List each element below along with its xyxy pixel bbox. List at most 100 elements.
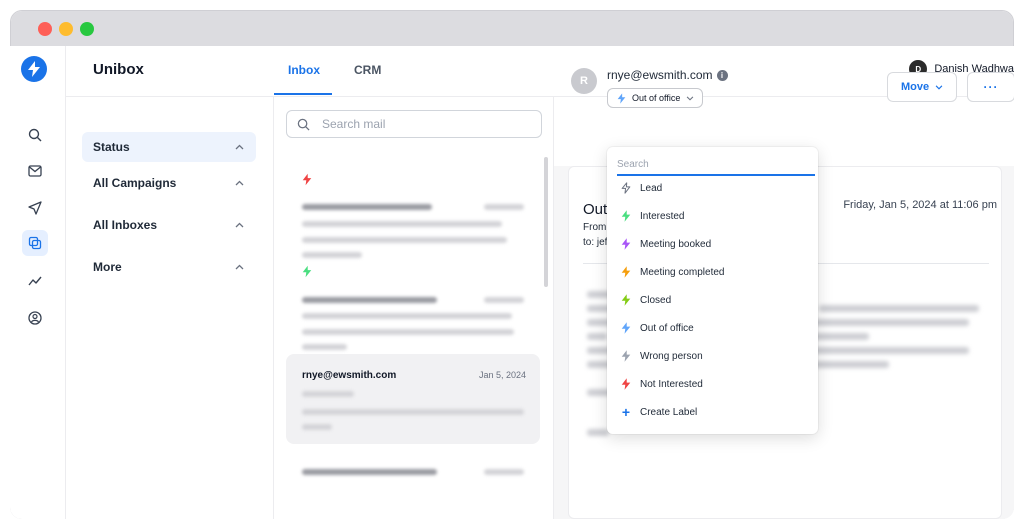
blurred-body (587, 333, 607, 340)
filter-label: All Inboxes (93, 218, 158, 232)
send-icon[interactable] (22, 195, 48, 221)
label-option-text: Out of office (640, 322, 694, 334)
email-date: Friday, Jan 5, 2024 at 11:06 pm (843, 199, 997, 211)
label-option-text: Lead (640, 182, 663, 194)
tab-inbox[interactable]: Inbox (288, 63, 320, 77)
search-input[interactable] (322, 117, 522, 131)
bolt-red-icon (621, 378, 631, 390)
move-label: Move (900, 81, 930, 93)
account-icon[interactable] (22, 305, 48, 331)
bolt-gray-icon (621, 350, 631, 362)
filter-label: All Campaigns (93, 176, 177, 190)
blurred-date (484, 297, 524, 303)
filter-all-campaigns[interactable]: All Campaigns (82, 168, 256, 198)
filter-more[interactable]: More (82, 252, 256, 282)
blurred-date (484, 469, 524, 475)
mail-item[interactable] (286, 249, 540, 350)
mail-item[interactable] (286, 455, 540, 519)
chevron-down-icon (687, 95, 694, 101)
bolt-outline-icon (621, 182, 631, 194)
email-from-label: From (583, 222, 607, 233)
mail-date: Jan 5, 2024 (478, 370, 526, 380)
bolt-red-icon (302, 173, 312, 186)
dropdown-search-input[interactable] (617, 158, 815, 170)
label-option-text: Wrong person (640, 350, 703, 362)
minimize-window-button[interactable] (59, 22, 73, 36)
mail-icon[interactable] (22, 158, 48, 184)
create-label-text: Create Label (640, 406, 698, 418)
search-icon[interactable] (22, 122, 48, 148)
bolt-purple-icon (621, 238, 631, 250)
dropdown-search-box[interactable] (617, 154, 815, 176)
app-header: Unibox Inbox CRM D Danish Wadhwa (66, 46, 1014, 96)
label-option-text: Not Interested (640, 378, 703, 390)
blurred-body (809, 361, 889, 368)
analytics-icon[interactable] (22, 268, 48, 294)
scrollbar[interactable] (544, 157, 548, 287)
label-option-interested[interactable]: Interested (621, 206, 811, 226)
label-option-text: Meeting completed (640, 266, 725, 278)
move-button[interactable]: Move (887, 72, 957, 102)
filter-status[interactable]: Status (82, 132, 256, 162)
blurred-body (809, 347, 969, 354)
bolt-orange-icon (621, 266, 631, 278)
bolt-green-icon (302, 265, 312, 278)
label-option-text: Interested (640, 210, 685, 222)
bolt-blue-icon (621, 322, 631, 334)
sender-avatar: R (571, 68, 597, 94)
blurred-preview (302, 344, 347, 350)
logo-icon[interactable] (21, 56, 47, 82)
active-tab-indicator (274, 93, 332, 95)
mail-item-selected[interactable]: rnye@ewsmith.com Jan 5, 2024 (286, 354, 540, 444)
maximize-window-button[interactable] (80, 22, 94, 36)
status-label: Out of office (632, 93, 681, 103)
window-frame: Unibox Inbox CRM D Danish Wadhwa Status … (10, 10, 1014, 519)
label-option-meeting-booked[interactable]: Meeting booked (621, 234, 811, 254)
label-option-not-interested[interactable]: Not Interested (621, 374, 811, 394)
plus-icon: + (621, 404, 631, 420)
tab-crm[interactable]: CRM (354, 63, 381, 77)
chevron-up-icon (235, 180, 244, 186)
filter-sidebar: Status All Campaigns All Inboxes More (66, 96, 274, 519)
bolt-blue-icon (617, 92, 626, 104)
mail-sender: rnye@ewsmith.com (302, 370, 397, 381)
bolt-green-icon (621, 210, 631, 222)
unibox-icon[interactable] (22, 230, 48, 256)
blurred-body (809, 333, 869, 340)
blurred-body (819, 305, 979, 312)
filter-label: Status (93, 140, 130, 154)
close-window-button[interactable] (38, 22, 52, 36)
title-bar (11, 11, 1013, 47)
mail-search-box[interactable] (286, 110, 542, 138)
mail-list: rnye@ewsmith.com Jan 5, 2024 (274, 96, 554, 519)
sender-email: rnye@ewsmith.com i (607, 68, 728, 82)
label-option-wrong-person[interactable]: Wrong person (621, 346, 811, 366)
status-dropdown-menu: Lead Interested Meeting booked Meeting c… (607, 147, 818, 434)
label-option-meeting-completed[interactable]: Meeting completed (621, 262, 811, 282)
search-icon (297, 118, 310, 131)
blurred-body (587, 429, 609, 436)
blurred-sender (302, 469, 437, 475)
label-option-lead[interactable]: Lead (621, 178, 811, 198)
blurred-subject (302, 391, 354, 397)
blurred-sender (302, 204, 432, 210)
blurred-date (484, 204, 524, 210)
status-dropdown-button[interactable]: Out of office (607, 88, 704, 108)
label-option-closed[interactable]: Closed (621, 290, 811, 310)
chevron-up-icon (235, 144, 244, 150)
blurred-body (809, 319, 969, 326)
icon-rail (10, 46, 66, 519)
app-title: Unibox (93, 61, 144, 78)
label-option-out-of-office[interactable]: Out of office (621, 318, 811, 338)
blurred-sender (302, 297, 437, 303)
mail-item[interactable] (286, 159, 540, 258)
chevron-up-icon (235, 222, 244, 228)
filter-all-inboxes[interactable]: All Inboxes (82, 210, 256, 240)
info-icon[interactable]: i (716, 69, 728, 81)
create-label-button[interactable]: + Create Label (621, 402, 811, 422)
blurred-subject (302, 221, 502, 227)
blurred-subject (302, 313, 512, 319)
more-options-button[interactable]: ··· (967, 72, 1014, 102)
label-option-text: Closed (640, 294, 672, 306)
blurred-preview (302, 424, 332, 430)
